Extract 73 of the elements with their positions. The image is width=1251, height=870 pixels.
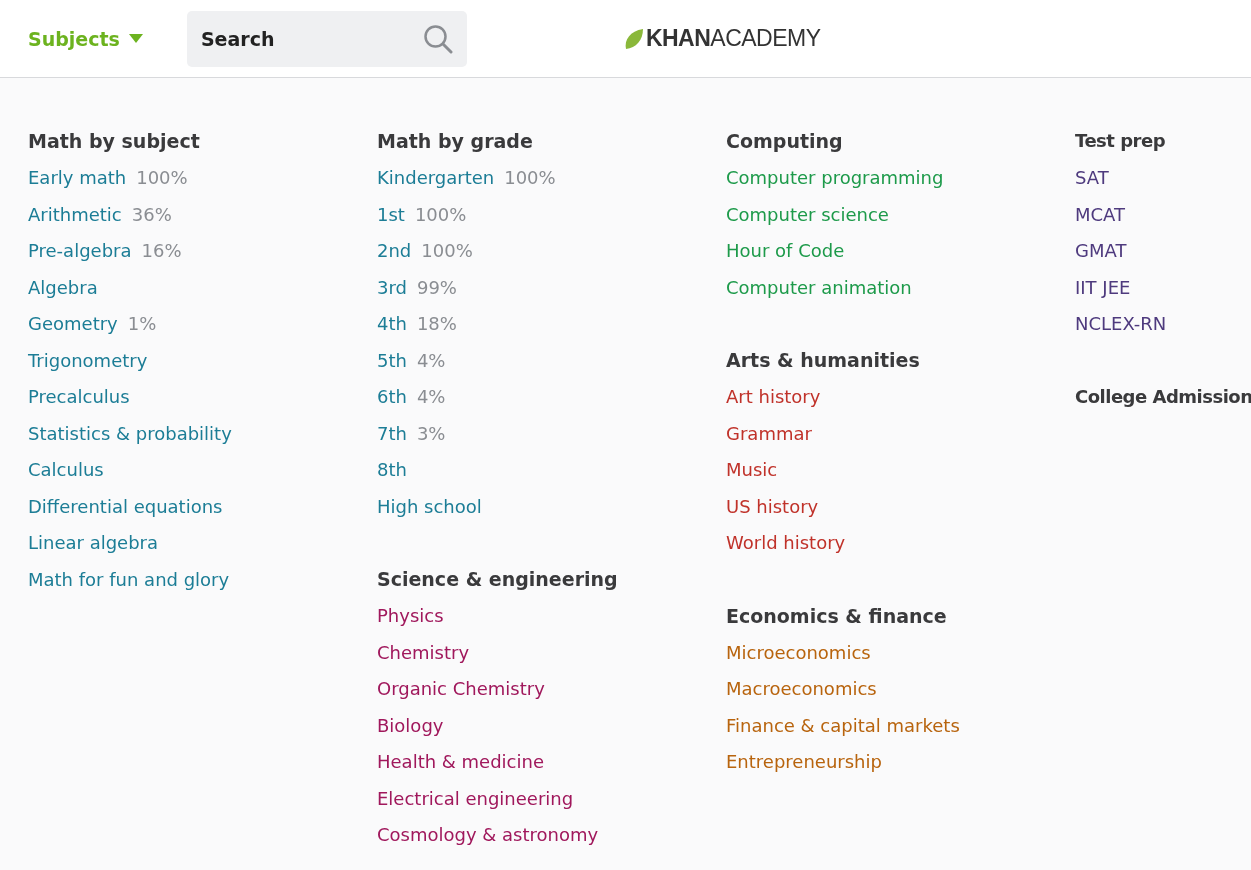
subject-link[interactable]: Microeconomics <box>726 641 871 663</box>
subject-link[interactable]: SAT <box>1075 167 1109 189</box>
subject-link[interactable]: Physics <box>377 605 444 627</box>
subject-link[interactable]: Art history <box>726 386 821 408</box>
subject-link[interactable]: High school <box>377 495 482 517</box>
progress-percent: 100% <box>504 167 556 189</box>
subject-link[interactable]: 3rd <box>377 276 407 298</box>
leaf-icon <box>623 27 644 50</box>
progress-percent: 100% <box>136 167 188 189</box>
progress-percent: 4% <box>416 349 446 371</box>
subject-link[interactable]: 8th <box>377 459 407 481</box>
progress-percent: 100% <box>421 240 473 262</box>
section-heading: Economics & finance <box>726 603 948 629</box>
subject-link[interactable]: MCAT <box>1075 203 1125 225</box>
subject-link[interactable]: Health & medicine <box>377 751 544 773</box>
section-heading: Math by grade <box>377 129 534 154</box>
subject-link[interactable]: Music <box>726 459 778 481</box>
progress-percent: 1% <box>127 313 157 335</box>
subject-link[interactable]: Geometry <box>28 313 118 335</box>
subject-link[interactable]: Statistics & probability <box>28 422 232 444</box>
subject-link[interactable]: 5th <box>377 349 407 371</box>
subject-link[interactable]: Electrical engineering <box>377 787 574 809</box>
progress-percent: 3% <box>416 422 446 444</box>
subject-link[interactable]: Precalculus <box>28 386 130 408</box>
subject-link[interactable]: Early math <box>28 167 127 189</box>
subject-link[interactable]: 1st <box>377 203 405 225</box>
subject-link[interactable]: Math for fun and glory <box>28 568 230 590</box>
subject-link[interactable]: 7th <box>377 422 407 444</box>
subject-link[interactable]: Biology <box>377 714 444 736</box>
progress-percent: 99% <box>416 276 457 298</box>
subject-link[interactable]: Computer science <box>726 203 889 225</box>
logo-wordmark[interactable]: KHANACADEMY <box>645 25 821 52</box>
search-icon <box>422 23 453 54</box>
subject-link[interactable]: GMAT <box>1075 240 1127 262</box>
caret-icon <box>128 34 143 43</box>
section-heading: Computing <box>726 129 844 154</box>
progress-percent: 4% <box>416 386 446 408</box>
subject-link[interactable]: IIT JEE <box>1075 276 1131 298</box>
progress-percent: 18% <box>416 313 457 335</box>
search-field[interactable]: Search <box>186 10 467 67</box>
subject-link[interactable]: Calculus <box>28 459 104 481</box>
subject-link[interactable]: Pre-algebra <box>28 240 132 262</box>
subject-link[interactable]: NCLEX-RN <box>1075 313 1167 335</box>
progress-percent: 36% <box>131 203 172 225</box>
subject-link[interactable]: Computer animation <box>726 276 912 298</box>
progress-percent: 16% <box>141 240 182 262</box>
subject-link[interactable]: 6th <box>377 386 407 408</box>
section-heading: Science & engineering <box>377 567 619 592</box>
subject-link[interactable]: Macroeconomics <box>726 678 877 700</box>
section-heading: Math by subject <box>28 129 201 154</box>
subject-link[interactable]: Grammar <box>726 422 812 444</box>
subject-link[interactable]: 2nd <box>377 240 412 262</box>
subject-link[interactable]: Entrepreneurship <box>726 751 882 773</box>
subject-link[interactable]: Kindergarten <box>377 167 495 189</box>
subject-link[interactable]: Differential equations <box>28 495 223 517</box>
subjects-button[interactable]: Subjects <box>28 27 143 50</box>
subject-link[interactable]: Finance & capital markets <box>726 714 960 736</box>
subject-link[interactable]: 4th <box>377 313 407 335</box>
subject-link[interactable]: Computer programming <box>726 167 944 189</box>
section-heading: Arts & humanities <box>726 348 921 373</box>
section-heading: College Admission <box>1075 384 1251 409</box>
subject-link[interactable]: Arithmetic <box>28 203 122 225</box>
subject-link[interactable]: World history <box>726 532 846 554</box>
subject-link[interactable]: Chemistry <box>377 641 470 663</box>
subject-link[interactable]: Cosmology & astronomy <box>377 824 599 846</box>
subject-link[interactable]: US history <box>726 495 819 517</box>
subject-link[interactable]: Trigonometry <box>28 349 148 371</box>
subject-link[interactable]: Hour of Code <box>726 240 845 262</box>
subject-link[interactable]: Organic Chemistry <box>377 678 545 700</box>
subject-link[interactable]: Linear algebra <box>28 532 159 554</box>
progress-percent: 100% <box>414 203 467 225</box>
section-heading: Test prep <box>1075 129 1167 153</box>
subject-link[interactable]: Algebra <box>28 276 98 298</box>
